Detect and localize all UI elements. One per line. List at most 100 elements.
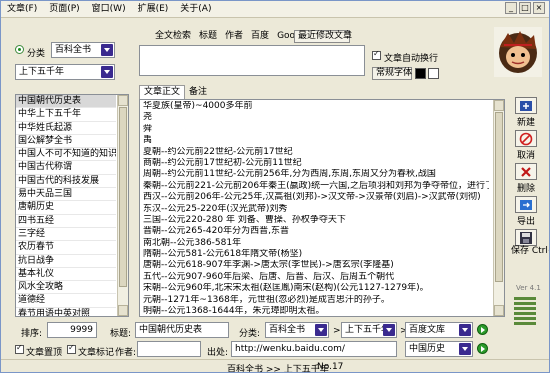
list-item[interactable]: 春节用语中英对照 xyxy=(16,308,116,316)
search-input[interactable] xyxy=(139,45,365,76)
scroll-down-arrow-icon[interactable] xyxy=(118,305,128,316)
bottom-extra-select[interactable]: 百度文库 xyxy=(405,322,473,338)
new-button[interactable]: 新建 xyxy=(514,97,538,133)
list-item[interactable]: 中国朝代历史表 xyxy=(16,95,116,109)
list-item[interactable]: 风水全攻略 xyxy=(16,281,116,295)
scroll-up-arrow-icon[interactable] xyxy=(118,95,128,106)
save-button[interactable]: 保存 Ctrl+S xyxy=(511,229,549,273)
article-list-scrollbar[interactable] xyxy=(117,95,128,316)
order-value: 9999 xyxy=(70,325,93,335)
tab-title[interactable]: 标题 xyxy=(195,30,221,43)
menu-page[interactable]: 页面(P) xyxy=(43,1,85,17)
bottom-category-select[interactable]: 百科全书 xyxy=(265,322,329,338)
delete-label: 删除 xyxy=(516,184,535,194)
content-line: 宋朝--公元960年,北宋宋太祖(赵匡胤)南宋(赵构)(公元1127-1279年… xyxy=(143,283,429,294)
list-item[interactable]: 道德经 xyxy=(16,294,116,308)
category-select-value: 百科全书 xyxy=(55,45,92,55)
subcategory-select[interactable]: 上下五千年 xyxy=(15,64,115,80)
article-list: 中国朝代历史表 中华上下五千年 中华姓氏起源 国公解梦全书 中国人不可不知道的知识 中国古… xyxy=(15,94,129,317)
status-bar: 百科全书 >> 上下五千年 No.17 xyxy=(1,359,549,373)
pin-article-label: 文章置顶 xyxy=(26,348,63,358)
list-item[interactable]: 基本礼仪 xyxy=(16,268,116,282)
list-item[interactable]: 中华姓氏起源 xyxy=(16,122,116,135)
tab-baidu[interactable]: 百度 xyxy=(247,30,273,43)
maximize-button[interactable]: □ xyxy=(519,2,531,14)
article-content-text: 华夏族(皇帝)~4000多年前尧舜禹夏朝--约公元前22世纪-公元前17世纪 商朝… xyxy=(143,101,501,317)
go-arrow-icon[interactable] xyxy=(477,343,488,354)
content-line: 东汉--公元25-220年(汉光武帝)刘秀 xyxy=(143,203,288,214)
chevron-down-icon[interactable] xyxy=(315,324,327,336)
status-path: 百科全书 >> 上下五千年 xyxy=(227,365,329,373)
content-line: 明朝--公元1368-1644年，朱元璋即明太祖。 xyxy=(143,306,325,317)
avatar xyxy=(494,27,542,77)
scroll-down-arrow-icon[interactable] xyxy=(494,305,504,316)
content-line: 三国--公元220-280 年 刘备、曹操、孙权争夺天下 xyxy=(143,214,346,225)
list-item[interactable]: 中华上下五千年 xyxy=(16,108,116,122)
chevron-down-icon[interactable] xyxy=(459,324,471,336)
content-line: 舜 xyxy=(143,123,153,134)
content-scrollbar[interactable] xyxy=(493,100,504,316)
content-line: 商朝--约公元前17世纪初-公元前11世纪 xyxy=(143,157,302,168)
tab-notes[interactable]: 备注 xyxy=(185,86,211,99)
content-line: 禹 xyxy=(143,135,153,146)
menu-window[interactable]: 窗口(W) xyxy=(86,1,132,17)
menu-article[interactable]: 文章(F) xyxy=(1,1,43,17)
title-input[interactable]: 中国朝代历史表 xyxy=(135,322,229,338)
list-item[interactable]: 中国古代的科技发展 xyxy=(16,175,116,189)
pin-article-checkbox[interactable] xyxy=(15,343,24,354)
cancel-button[interactable]: 取消 xyxy=(514,130,538,166)
order-input[interactable]: 9999 xyxy=(47,322,97,338)
subcategory-select-value: 上下五千年 xyxy=(19,67,65,77)
background-color-swatch[interactable] xyxy=(428,68,439,79)
content-line: 南北朝--公元386-581年 xyxy=(143,237,242,248)
export-button[interactable]: 导出 xyxy=(514,196,538,232)
chevron-down-icon[interactable] xyxy=(459,343,471,355)
source-category-select[interactable]: 中国历史 xyxy=(405,341,473,357)
scroll-thumb[interactable] xyxy=(495,112,503,282)
source-input[interactable]: http://wenku.baidu.com/ xyxy=(231,341,397,357)
scroll-thumb[interactable] xyxy=(119,107,127,287)
source-label: 出处: xyxy=(207,348,229,358)
list-item[interactable]: 三字经 xyxy=(16,228,116,242)
article-content-editor[interactable]: 华夏族(皇帝)~4000多年前尧舜禹夏朝--约公元前22世纪-公元前17世纪 商朝… xyxy=(139,99,505,317)
menu-about[interactable]: 关于(A) xyxy=(174,1,217,17)
chevron-down-icon[interactable] xyxy=(101,66,113,78)
author-input[interactable] xyxy=(137,341,201,357)
mark-article-checkbox[interactable] xyxy=(67,343,76,354)
tab-article-body[interactable]: 文章正文 xyxy=(139,85,186,99)
scroll-up-arrow-icon[interactable] xyxy=(494,100,504,111)
list-item[interactable]: 国公解梦全书 xyxy=(16,135,116,149)
cancel-label: 取消 xyxy=(516,151,535,161)
chevron-down-icon[interactable] xyxy=(101,44,113,56)
list-item[interactable]: 四书五经 xyxy=(16,215,116,228)
auto-wrap-checkbox[interactable] xyxy=(372,49,381,60)
close-button[interactable]: × xyxy=(533,2,545,14)
delete-button[interactable]: 删除 xyxy=(514,163,538,199)
content-line: 尧 xyxy=(143,112,153,123)
category-select[interactable]: 百科全书 xyxy=(51,42,115,58)
minimize-button[interactable]: _ xyxy=(505,2,517,14)
source-category-value: 中国历史 xyxy=(409,344,446,354)
list-item[interactable]: 农历春节 xyxy=(16,241,116,255)
content-tabs: 文章正文 备注 xyxy=(139,85,211,99)
chevron-down-icon[interactable] xyxy=(383,324,395,336)
new-icon xyxy=(515,97,537,114)
auto-wrap-label: 文章自动换行 xyxy=(384,54,439,64)
tab-author[interactable]: 作者 xyxy=(221,30,247,43)
save-label: 保存 Ctrl+S xyxy=(511,246,549,256)
list-item[interactable]: 中国古代称谓 xyxy=(16,161,116,175)
menu-extend[interactable]: 扩展(E) xyxy=(132,1,175,17)
tab-fulltext[interactable]: 全文检索 xyxy=(151,30,195,43)
category-radio[interactable] xyxy=(15,45,24,54)
content-line: 夏朝--约公元前22世纪-公元前17世纪 xyxy=(143,146,293,157)
list-item[interactable]: 中国人不可不知道的知识 xyxy=(16,148,116,162)
text-color-swatch[interactable] xyxy=(415,68,426,79)
recent-articles-button[interactable]: 最近修改文章 xyxy=(294,30,352,43)
list-item[interactable]: 唐朝历史 xyxy=(16,201,116,215)
list-item[interactable]: 抗日战争 xyxy=(16,255,116,268)
font-button[interactable]: 常规字体 xyxy=(372,67,412,80)
list-item[interactable]: 易中天品三国 xyxy=(16,188,116,202)
go-arrow-icon[interactable] xyxy=(477,324,488,335)
font-button-label: 常规字体 xyxy=(376,68,413,78)
bottom-subcategory-select[interactable]: 上下五千年 xyxy=(341,322,397,338)
